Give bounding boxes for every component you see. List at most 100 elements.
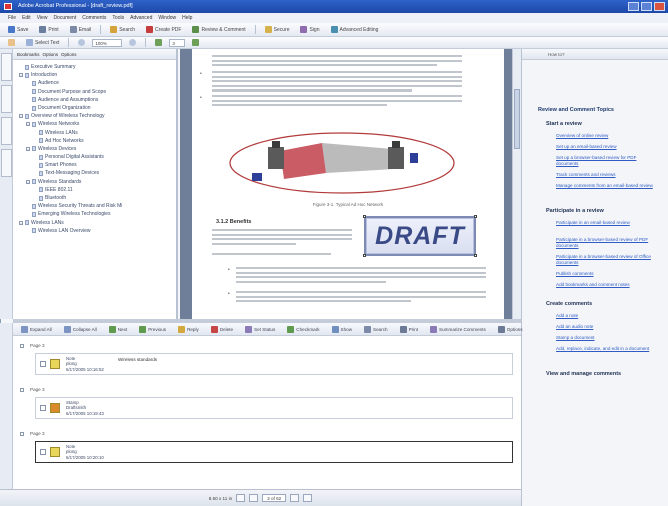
comments-toolbar-button[interactable]: Previous [135,324,170,334]
page-indicator[interactable]: 3 of 62 [262,494,287,502]
bookmark-item[interactable]: Ad Hoc Networks [19,137,176,145]
comment-checkbox[interactable] [40,449,46,455]
expand-toggle-icon[interactable]: − [26,146,30,151]
collapse-toggle-icon[interactable] [20,344,24,348]
task-pane-topic-link[interactable]: Participate in a browser-based review of… [556,254,660,266]
task-pane-topic-link[interactable]: Manage comments from an email-based revi… [556,183,660,189]
expand-toggle-icon[interactable]: − [19,220,23,225]
first-page-button[interactable] [236,494,246,502]
bookmark-item[interactable]: Text-Messaging Devices [19,169,176,177]
last-page-button[interactable] [303,494,313,502]
task-pane-topic-link[interactable]: Stamp a document [556,335,660,341]
menu-item-help[interactable]: Help [182,13,192,23]
bookmark-item[interactable]: − Wireless Devices [19,145,176,153]
comments-toolbar-button[interactable]: Reply [174,324,203,334]
bookmark-item[interactable]: − Wireless Networks [19,120,176,128]
menu-item-advanced[interactable]: Advanced [130,13,152,23]
prev-page-button[interactable] [151,38,166,48]
task-pane-topic-link[interactable]: Add an audio note [556,324,660,330]
menu-item-window[interactable]: Window [158,13,176,23]
bookmark-item[interactable]: Document Organization [19,104,176,112]
comments-toolbar-button[interactable]: Next [105,324,131,334]
expand-toggle-icon[interactable]: − [19,73,23,78]
document-scrollbar[interactable] [512,49,521,319]
maximize-button[interactable] [641,2,652,11]
next-page-button[interactable] [290,494,300,502]
resize-handle[interactable] [363,254,366,257]
scrollbar-thumb[interactable] [514,89,520,149]
prev-page-button[interactable] [249,494,259,502]
zoom-field[interactable]: 100% [92,38,123,47]
menu-item-view[interactable]: View [37,13,48,23]
bookmark-item[interactable]: − Wireless LANs [19,219,176,227]
bookmark-item[interactable]: Smart Phones [19,161,176,169]
resize-handle[interactable] [474,254,477,257]
tab-pages[interactable] [1,85,12,113]
bookmark-item[interactable]: Personal Digital Assistants [19,153,176,161]
comments-toolbar-button[interactable]: Options [494,324,527,334]
comment-item[interactable]: Stamp Draftsmith 6/17/2005 10:19:43 [35,397,513,419]
expand-toggle-icon[interactable]: − [26,122,30,127]
toolbar-button-save[interactable]: Save [4,25,32,35]
tab-bookmarks[interactable] [1,53,12,81]
comments-page-group[interactable]: Page 3 [18,385,516,395]
page-number-field[interactable]: 3 [169,38,186,47]
bookmark-item[interactable]: Emerging Wireless Technologies [19,210,176,218]
comments-toolbar-button[interactable]: Expand All [17,324,56,334]
resize-handle[interactable] [474,215,477,218]
bookmark-item[interactable]: − Wireless Standards [19,178,176,186]
comments-toolbar-button[interactable]: Summarize Comments [426,324,490,334]
comments-page-group[interactable]: Page 3 [18,341,516,351]
comments-toolbar-button[interactable]: Checkmark [283,324,323,334]
toolbar-button-secure[interactable]: Secure [261,25,294,35]
menu-item-document[interactable]: Document [53,13,76,23]
collapse-toggle-icon[interactable] [20,388,24,392]
bookmark-item[interactable]: Wireless LAN Overview [19,227,176,235]
task-pane-topic-link[interactable]: Track comments and reviews [556,172,660,178]
comments-toolbar-button[interactable]: Collapse All [60,324,101,334]
comment-item[interactable]: Note plong 6/17/2005 10:16:52 Wireless stan… [35,353,513,375]
expand-toggle-icon[interactable]: − [19,114,23,119]
task-pane-topic-link[interactable]: Add a note [556,313,660,319]
draft-stamp-annotation[interactable]: DRAFT [363,215,477,257]
task-pane-topic-link[interactable]: Participate in an email-based review [556,220,660,226]
expand-toggle-icon[interactable]: − [26,179,30,184]
comment-checkbox[interactable] [40,361,46,367]
comments-toolbar-button[interactable]: Search [360,324,392,334]
bookmark-item[interactable]: Wireless Security Threats and Risk Mi [19,202,176,210]
bookmark-item[interactable]: Bluetooth [19,194,176,202]
comment-checkbox[interactable] [40,405,46,411]
menu-item-comments[interactable]: Comments [82,13,106,23]
collapse-toggle-icon[interactable] [20,432,24,436]
task-pane-topic-link[interactable]: Set up an email-based review [556,144,660,150]
comment-item[interactable]: Note plong 6/17/2005 10:20:10 [35,441,513,463]
task-pane-topic-link[interactable]: Publish comments [556,271,660,277]
comments-toolbar-button[interactable]: Show [328,324,357,334]
task-pane-topic-link[interactable]: Participate in a browser-based review of… [556,237,660,249]
task-pane-topic-link[interactable]: Overview of online review [556,133,660,139]
comments-toolbar-button[interactable]: Print [396,324,422,334]
bookmarks-toolbar-item[interactable]: Options [43,52,59,57]
bookmark-item[interactable]: Audience and Assumptions [19,96,176,104]
task-pane-topic-link[interactable]: Add, replace, indicate, and edit in a do… [556,346,660,352]
comments-side-tab[interactable] [0,323,13,489]
tab-signatures[interactable] [1,149,12,177]
resize-handle[interactable] [363,215,366,218]
comments-toolbar-button[interactable]: Delete [207,324,237,334]
comments-toolbar-button[interactable]: Set Status [241,324,279,334]
bookmark-item[interactable]: Wireless LANs [19,129,176,137]
select-text-button[interactable]: Select Text [22,38,63,48]
tab-layers[interactable] [1,117,12,145]
bookmark-item[interactable]: IEEE 802.11 [19,186,176,194]
close-button[interactable] [654,2,665,11]
document-page[interactable]: • • Figure 3-1. Typical Ad Hoc Network 3… [192,49,504,319]
bookmark-item[interactable]: Audience [19,79,176,87]
task-pane-topic-link[interactable]: Set up a browser-based review for PDF do… [556,155,660,167]
toolbar-button-sign[interactable]: Sign [296,25,323,35]
bookmarks-toolbar-item[interactable]: Options [61,52,77,57]
hand-tool-button[interactable] [4,38,19,48]
minimize-button[interactable] [628,2,639,11]
bookmark-item[interactable]: Document Purpose and Scope [19,88,176,96]
toolbar-button-email[interactable]: Email [66,25,96,35]
bookmark-item[interactable]: − Overview of Wireless Technology [19,112,176,120]
